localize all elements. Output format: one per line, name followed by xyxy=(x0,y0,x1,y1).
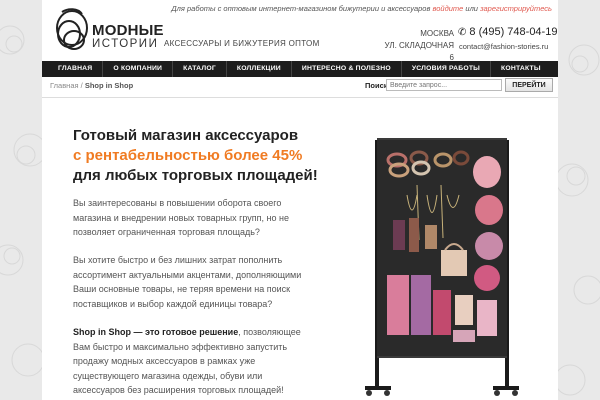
breadcrumb-home[interactable]: Главная xyxy=(50,81,79,90)
intro-paragraph-1: Вы заинтересованы в повышении оборота св… xyxy=(73,198,289,237)
main-nav: ГЛАВНАЯ О КОМПАНИИ КАТАЛОГ КОЛЛЕКЦИИ ИНТ… xyxy=(42,61,558,77)
city: МОСКВА xyxy=(420,29,454,38)
address-block: МОСКВА УЛ. СКЛАДОЧНАЯ 6 xyxy=(382,28,455,64)
login-link[interactable]: войдите xyxy=(432,4,463,13)
auth-or-text: или xyxy=(465,4,478,13)
nav-item-terms[interactable]: УСЛОВИЯ РАБОТЫ xyxy=(402,61,492,77)
intro-paragraph-2: Вы хотите быстро и без лишних затрат поп… xyxy=(73,255,302,309)
auth-prompt: Для работы с оптовым интернет-магазином … xyxy=(171,4,552,13)
divider xyxy=(42,97,558,98)
headline-line-1: Готовый магазин аксессуаров xyxy=(73,127,299,144)
solution-text: , позволяющее Вам быстро и максимально э… xyxy=(73,327,301,395)
solution-highlight: Shop in Shop — это готовое решение xyxy=(73,327,239,337)
nav-item-contacts[interactable]: КОНТАКТЫ xyxy=(491,61,551,77)
search-button[interactable]: ПЕРЕЙТИ xyxy=(505,78,553,92)
headline-line-3: для любых торговых площадей! xyxy=(73,167,318,184)
breadcrumb: Главная / Shop in Shop xyxy=(50,81,133,90)
tagline: АКСЕССУАРЫ И БИЖУТЕРИЯ ОПТОМ xyxy=(164,39,320,48)
floral-pattern-icon xyxy=(0,25,42,377)
phone-number: 8 (495) 748-04-19 xyxy=(469,26,558,38)
nav-item-collections[interactable]: КОЛЛЕКЦИИ xyxy=(227,61,292,77)
floral-pattern-icon xyxy=(558,44,600,396)
nav-item-catalog[interactable]: КАТАЛОГ xyxy=(173,61,227,77)
nav-item-home[interactable]: ГЛАВНАЯ xyxy=(42,61,104,77)
breadcrumb-separator: / xyxy=(80,81,83,90)
display-stand-image xyxy=(365,138,519,396)
phone-icon: ✆ xyxy=(458,27,467,38)
brand-name[interactable]: MODHЫE xyxy=(92,22,164,39)
headline-line-2: с рентабельностью более 45% xyxy=(73,147,303,164)
register-link[interactable]: зарегистрируйтесь xyxy=(480,4,552,13)
auth-prompt-text: Для работы с оптовым интернет-магазином … xyxy=(171,4,431,13)
background-left xyxy=(0,0,42,400)
nav-item-interesting[interactable]: ИНТЕРЕСНО & ПОЛЕЗНО xyxy=(292,61,402,77)
search-input[interactable] xyxy=(386,79,502,91)
email[interactable]: contact@fashion-stories.ru xyxy=(459,42,548,51)
page-headline: Готовый магазин аксессуаров с рентабельн… xyxy=(73,126,373,186)
nav-item-about[interactable]: О КОМПАНИИ xyxy=(103,61,174,77)
rings-logo-icon[interactable] xyxy=(52,6,92,56)
search-label: Поиск xyxy=(365,81,388,90)
brand-subname[interactable]: ИСТОРИИ xyxy=(92,38,158,50)
breadcrumb-current: Shop in Shop xyxy=(84,81,134,90)
intro-paragraph-3: Shop in Shop — это готовое решение, позв… xyxy=(73,325,313,398)
page: Для работы с оптовым интернет-магазином … xyxy=(42,0,558,400)
background-right xyxy=(558,0,600,400)
phone-block: ✆ 8 (495) 748-04-19 xyxy=(458,26,557,38)
